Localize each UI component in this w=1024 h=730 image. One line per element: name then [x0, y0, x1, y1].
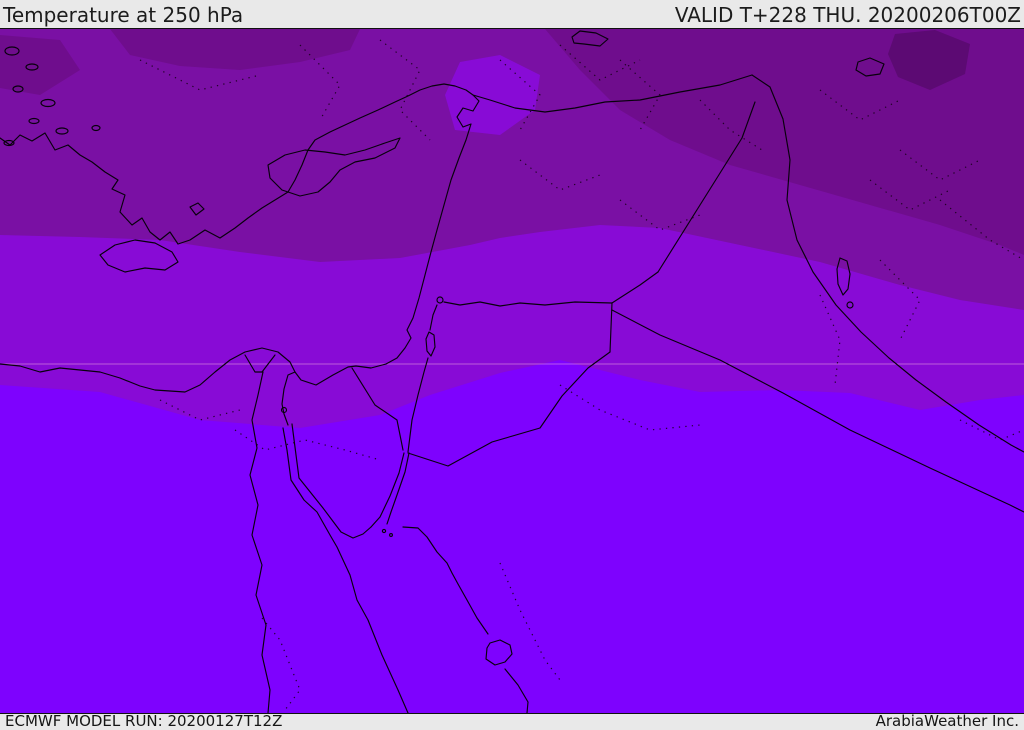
app-titlebar: Temperature at 250 hPa VALID T+228 THU. … [0, 0, 1024, 28]
weather-map-window: Temperature at 250 hPa VALID T+228 THU. … [0, 0, 1024, 729]
model-run-label: ECMWF MODEL RUN: 20200127T12Z [5, 712, 283, 730]
valid-time-label: VALID T+228 THU. 20200206T00Z [674, 3, 1021, 27]
temperature-bands-layer [0, 29, 1024, 713]
forecast-parameter-title: Temperature at 250 hPa [3, 3, 244, 27]
weather-map-svg [0, 29, 1024, 713]
credit-label: ArabiaWeather Inc. [875, 712, 1019, 730]
map-canvas [0, 28, 1024, 714]
status-bar: ECMWF MODEL RUN: 20200127T12Z ArabiaWeat… [0, 714, 1024, 729]
